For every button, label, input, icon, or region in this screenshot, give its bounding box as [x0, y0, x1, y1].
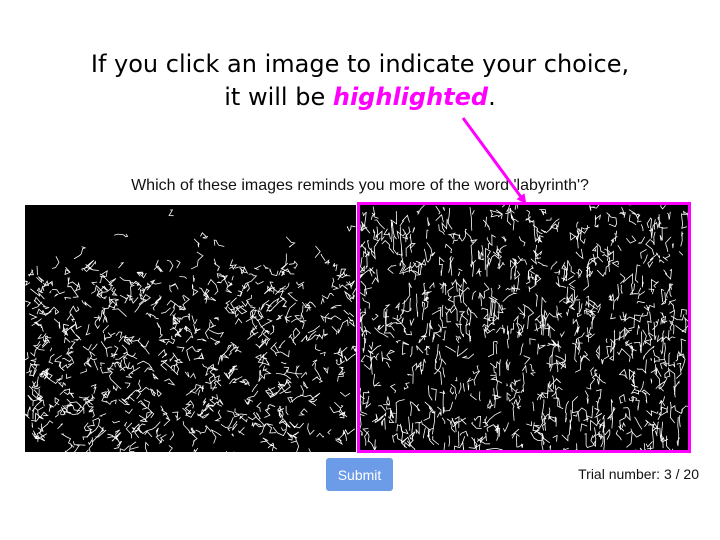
callout-line-2-prefix: it will be: [224, 83, 333, 111]
callout-line-2: it will be highlighted.: [0, 81, 720, 114]
edge-image-right: [359, 204, 689, 451]
trial-label: Trial number:: [578, 466, 661, 482]
instruction-callout: If you click an image to indicate your c…: [0, 48, 720, 114]
choice-image-left[interactable]: [25, 205, 356, 452]
edge-image-left: [25, 209, 356, 452]
trial-progress: 3 / 20: [663, 466, 699, 482]
trial-counter: Trial number: 3 / 20: [578, 466, 699, 482]
highlight-word: highlighted: [332, 83, 489, 111]
choice-image-right[interactable]: [357, 202, 691, 453]
question-text: Which of these images reminds you more o…: [131, 177, 589, 194]
edge-texture: [359, 204, 689, 451]
callout-line-1: If you click an image to indicate your c…: [90, 50, 630, 78]
edge-texture: [25, 251, 356, 452]
callout-line-2-suffix: .: [488, 83, 496, 111]
submit-button[interactable]: Submit: [326, 458, 393, 491]
